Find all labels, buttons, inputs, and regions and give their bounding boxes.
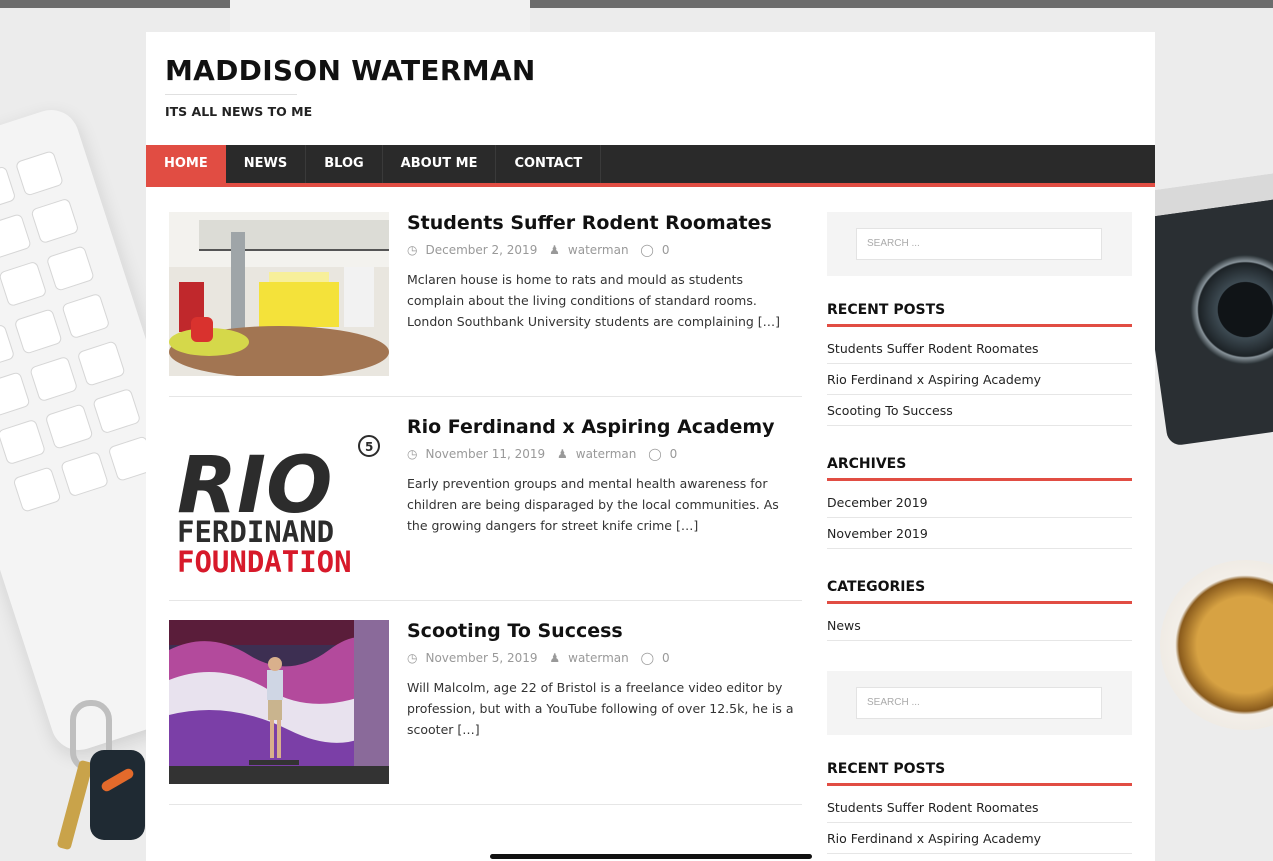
post-list: Students Suffer Rodent Roomates ◷ Decembe… <box>169 212 802 824</box>
post-meta: ◷ November 5, 2019 ♟ waterman ◯ 0 <box>407 651 678 665</box>
post-comments[interactable]: 0 <box>670 447 678 461</box>
comment-icon: ◯ <box>640 243 654 257</box>
logo-number: 5 <box>365 440 373 454</box>
logo-foundation-text: FOUNDATION <box>177 545 352 579</box>
user-icon: ♟ <box>549 651 561 665</box>
user-icon: ♟ <box>557 447 568 461</box>
post-comments[interactable]: 0 <box>662 243 670 257</box>
recent-post-link[interactable]: Scooting To Success <box>827 395 1132 426</box>
post-date[interactable]: November 5, 2019 <box>425 651 537 665</box>
post-title[interactable]: Scooting To Success <box>407 620 623 642</box>
recent-posts-list: Students Suffer Rodent Roomates Rio Ferd… <box>827 341 1132 426</box>
post-thumbnail-rio-logo[interactable]: RIO 5 FERDINAND FOUNDATION <box>169 416 389 580</box>
post-excerpt: Mclaren house is home to rats and mould … <box>407 272 781 329</box>
recent-post-link[interactable]: Rio Ferdinand x Aspiring Academy <box>827 364 1132 395</box>
search-widget-2: SEARCH ... <box>827 671 1132 735</box>
recent-posts-list-2: Students Suffer Rodent Roomates Rio Ferd… <box>827 800 1132 854</box>
post-date[interactable]: November 11, 2019 <box>425 447 545 461</box>
site-title[interactable]: MADDISON WATERMAN <box>165 54 536 87</box>
archive-link[interactable]: November 2019 <box>827 518 1132 549</box>
nav-blog[interactable]: BLOG <box>306 145 383 183</box>
nav-about-me[interactable]: ABOUT ME <box>383 145 497 183</box>
post-comments[interactable]: 0 <box>662 651 670 665</box>
post-item: Students Suffer Rodent Roomates ◷ Decembe… <box>169 212 802 397</box>
post-author[interactable]: waterman <box>576 447 637 461</box>
archives-title: ARCHIVES <box>827 456 1132 481</box>
categories-list: News <box>827 618 1132 641</box>
site-page: MADDISON WATERMAN ITS ALL NEWS TO ME HOM… <box>146 32 1155 861</box>
logo-ferdinand-text: FERDINAND <box>177 515 334 549</box>
category-link[interactable]: News <box>827 618 1132 641</box>
post-author[interactable]: waterman <box>568 243 629 257</box>
sidebar: SEARCH ... RECENT POSTS Students Suffer … <box>827 212 1132 861</box>
post-excerpt: Early prevention groups and mental healt… <box>407 476 779 533</box>
user-icon: ♟ <box>549 243 560 257</box>
comment-icon: ◯ <box>640 651 655 665</box>
categories-title: CATEGORIES <box>827 579 1132 604</box>
clock-icon: ◷ <box>407 447 418 461</box>
coffee-cup-decoration <box>1160 560 1273 730</box>
archive-link[interactable]: December 2019 <box>827 495 1132 518</box>
nav-contact[interactable]: CONTACT <box>496 145 602 183</box>
recent-post-link[interactable]: Students Suffer Rodent Roomates <box>827 341 1132 364</box>
archives-list: December 2019 November 2019 <box>827 495 1132 549</box>
main-nav: HOME NEWS BLOG ABOUT ME CONTACT <box>146 145 1155 187</box>
clock-icon: ◷ <box>407 243 418 257</box>
post-item: RIO 5 FERDINAND FOUNDATION Rio Ferdinand… <box>169 416 802 601</box>
post-excerpt: Will Malcolm, age 22 of Bristol is a fre… <box>407 680 794 737</box>
car-keys-decoration <box>56 700 150 861</box>
post-thumbnail-building[interactable] <box>169 212 389 376</box>
top-strip <box>0 0 1273 8</box>
recent-posts-title-2: RECENT POSTS <box>827 761 1132 786</box>
post-thumbnail-graffiti[interactable] <box>169 620 389 784</box>
comment-icon: ◯ <box>648 447 662 461</box>
post-item: Scooting To Success ◷ November 5, 2019 ♟ w… <box>169 620 802 805</box>
post-author[interactable]: waterman <box>568 651 629 665</box>
nav-news[interactable]: NEWS <box>226 145 307 183</box>
clock-icon: ◷ <box>407 651 418 665</box>
recent-posts-title: RECENT POSTS <box>827 302 1132 327</box>
post-date[interactable]: December 2, 2019 <box>425 243 537 257</box>
search-widget: SEARCH ... <box>827 212 1132 276</box>
site-tagline: ITS ALL NEWS TO ME <box>165 104 313 119</box>
title-divider <box>165 94 297 95</box>
post-title[interactable]: Students Suffer Rodent Roomates <box>407 212 772 234</box>
nav-home[interactable]: HOME <box>146 145 226 183</box>
recent-post-link[interactable]: Students Suffer Rodent Roomates <box>827 800 1132 823</box>
post-title[interactable]: Rio Ferdinand x Aspiring Academy <box>407 416 775 438</box>
post-meta: ◷ December 2, 2019 ♟ waterman ◯ 0 <box>407 243 677 257</box>
home-indicator[interactable] <box>490 854 812 859</box>
recent-post-link[interactable]: Rio Ferdinand x Aspiring Academy <box>827 823 1132 854</box>
search-input[interactable]: SEARCH ... <box>856 228 1102 260</box>
search-input-2[interactable]: SEARCH ... <box>856 687 1102 719</box>
site-header: MADDISON WATERMAN ITS ALL NEWS TO ME <box>146 32 1155 145</box>
post-meta: ◷ November 11, 2019 ♟ waterman ◯ 0 <box>407 447 685 461</box>
